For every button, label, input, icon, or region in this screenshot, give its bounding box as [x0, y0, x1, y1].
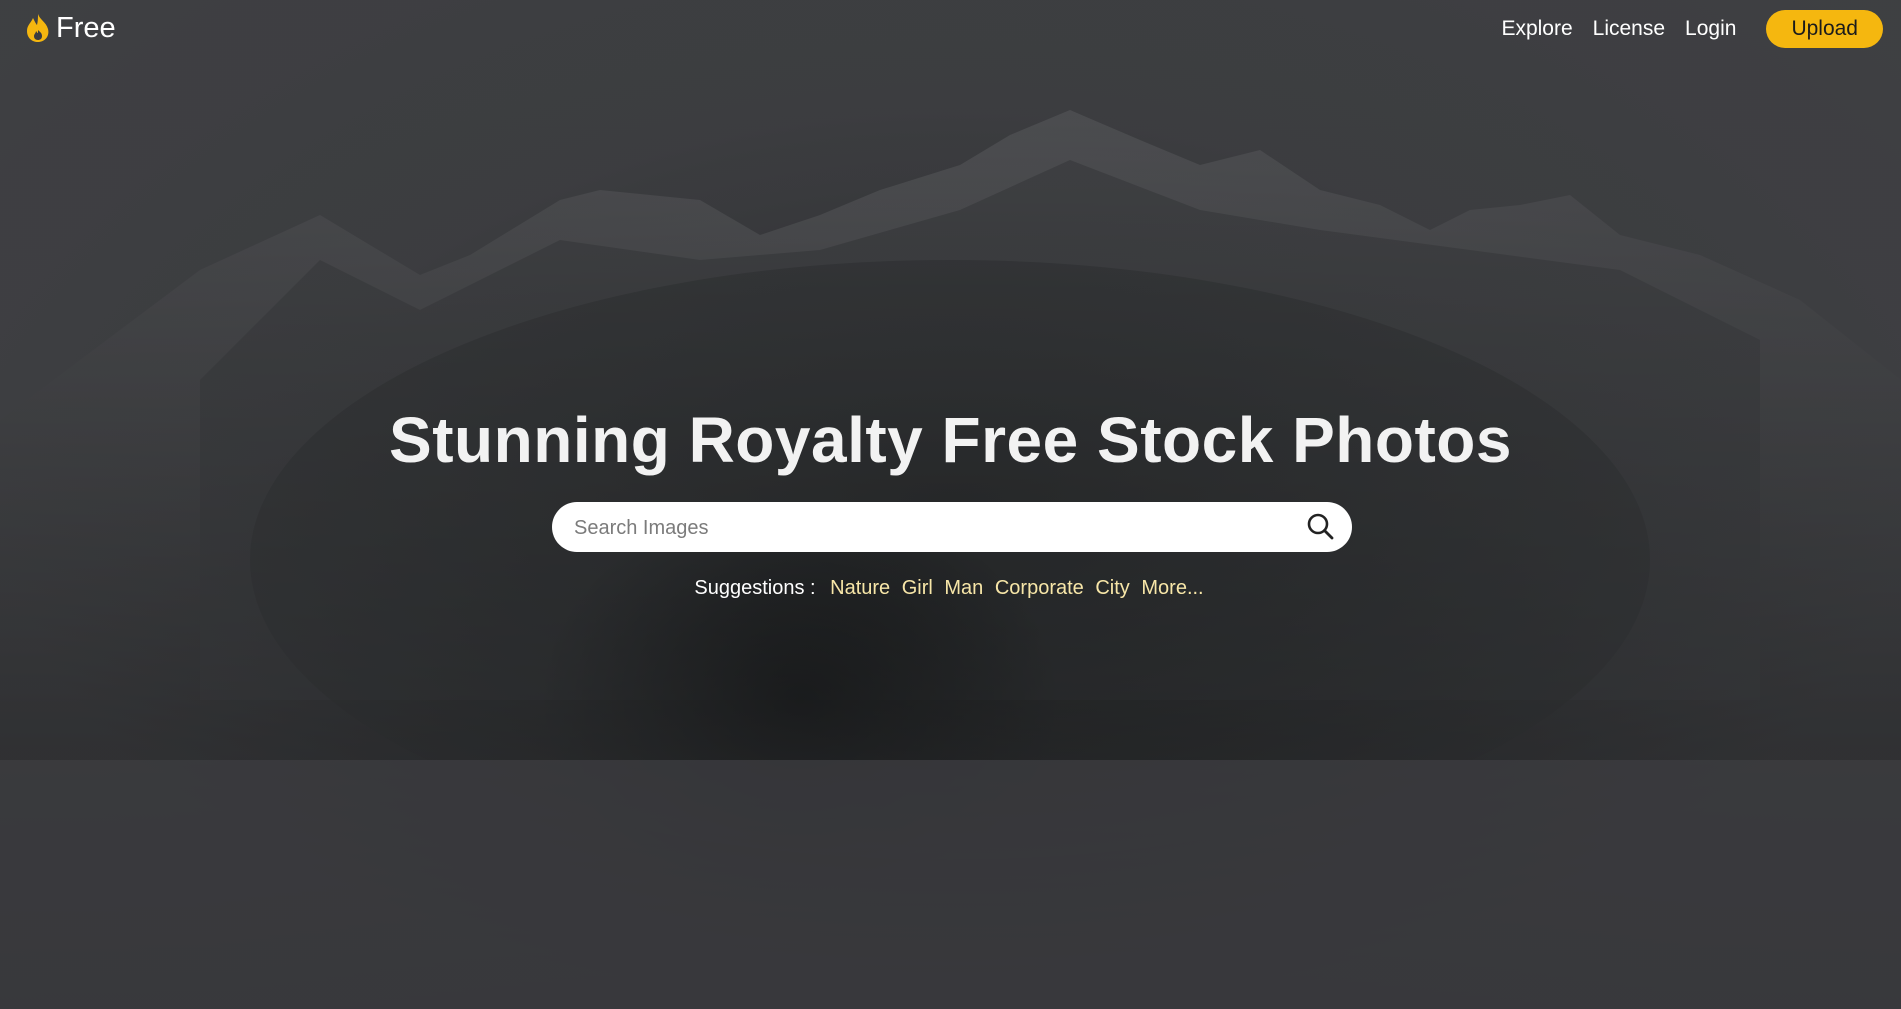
- logo-text: Free: [56, 12, 116, 44]
- search-suggestions: Suggestions : Nature Girl Man Corporate …: [0, 574, 1901, 602]
- nav-license-link[interactable]: License: [1593, 11, 1665, 47]
- suggestion-link-man[interactable]: Man: [944, 577, 983, 599]
- suggestion-link-city[interactable]: City: [1095, 577, 1129, 599]
- hero-title: Stunning Royalty Free Stock Photos: [389, 404, 1512, 476]
- search-input[interactable]: [572, 502, 1276, 554]
- flame-icon: [27, 14, 49, 42]
- nav-login-link[interactable]: Login: [1685, 11, 1736, 47]
- search-bar: [552, 502, 1352, 554]
- search-button[interactable]: [1304, 511, 1336, 543]
- top-navbar: Free Explore License Login Upload: [0, 0, 1901, 58]
- site-logo[interactable]: Free: [24, 10, 116, 46]
- suggestions-label: Suggestions :: [694, 577, 816, 599]
- suggestion-link-nature[interactable]: Nature: [830, 577, 890, 599]
- page: Free Explore License Login Upload Stunni…: [0, 0, 1901, 1009]
- suggestion-link-more[interactable]: More...: [1141, 577, 1203, 599]
- nav-explore-link[interactable]: Explore: [1501, 11, 1572, 47]
- suggestion-link-girl[interactable]: Girl: [902, 577, 933, 599]
- upload-button[interactable]: Upload: [1766, 10, 1883, 48]
- search-icon: [1307, 513, 1334, 540]
- suggestion-link-corporate[interactable]: Corporate: [995, 577, 1084, 599]
- main-nav: Explore License Login Upload: [1481, 10, 1883, 48]
